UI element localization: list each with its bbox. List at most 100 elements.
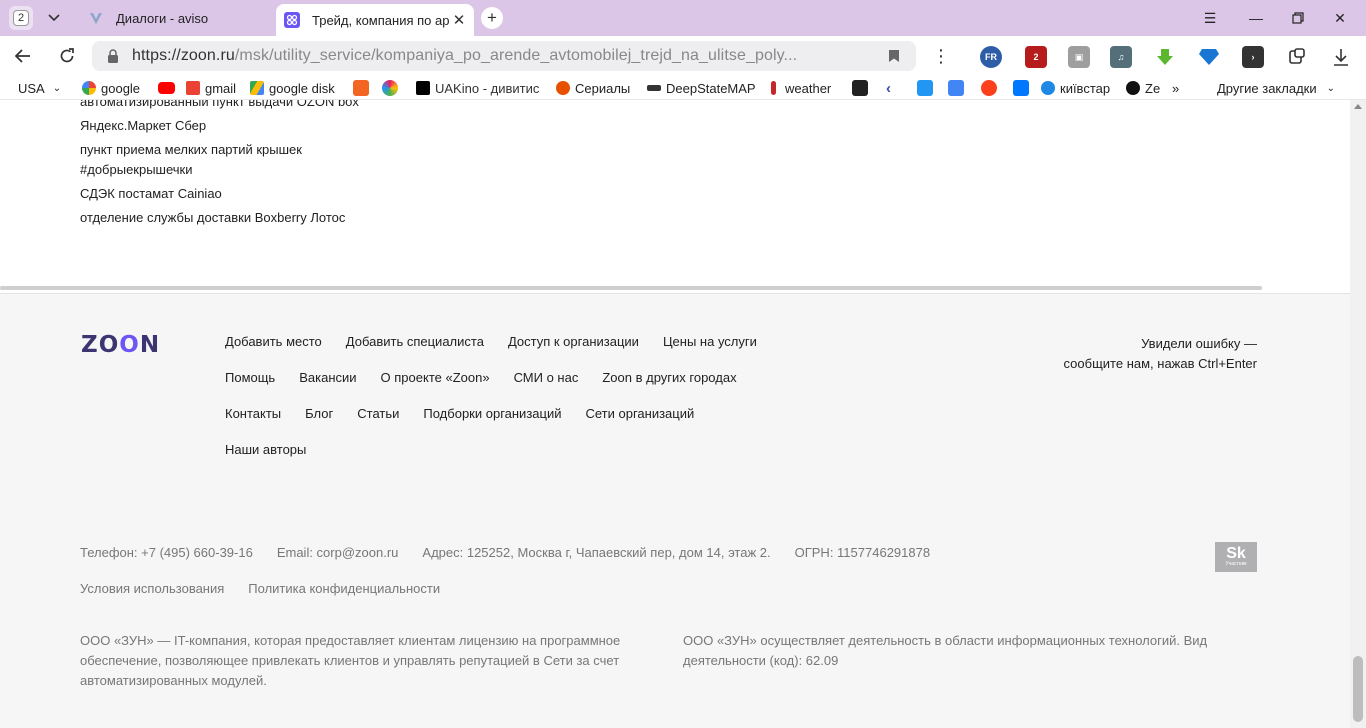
close-window-icon[interactable]: ✕: [1330, 8, 1350, 28]
tab-zoon[interactable]: Трейд, компания по ар ✕: [276, 4, 474, 36]
footer-link-prices[interactable]: Цены на услуги: [663, 334, 757, 349]
bookmarks-more-button[interactable]: »: [1172, 79, 1179, 97]
other-bookmarks[interactable]: Другие закладки ⌄: [1217, 79, 1335, 97]
browser-toolbar: https://zoon.ru/msk/utility_service/komp…: [0, 36, 1366, 76]
minimize-icon[interactable]: —: [1246, 8, 1266, 28]
bookmark-yandex[interactable]: [981, 79, 997, 97]
scrollbar-thumb[interactable]: [1353, 656, 1363, 722]
aviso-icon: [88, 10, 104, 26]
downloads-icon[interactable]: [1330, 46, 1352, 68]
lock-icon[interactable]: [104, 47, 122, 65]
vertical-scrollbar[interactable]: [1350, 100, 1366, 728]
bookmark-label: Сериалы: [575, 80, 631, 96]
download-green-extension-icon[interactable]: [1154, 46, 1176, 68]
privacy-link[interactable]: Политика конфиденциальности: [248, 581, 440, 596]
bookmark-star[interactable]: [382, 79, 398, 97]
arrow-left-icon: ‹: [886, 79, 891, 97]
bookmark-p[interactable]: [917, 79, 933, 97]
footer-link-contacts[interactable]: Контакты: [225, 406, 281, 421]
fr-extension-icon[interactable]: FR: [980, 46, 1002, 68]
footer-link-help[interactable]: Помощь: [225, 370, 275, 385]
url-text[interactable]: https://zoon.ru/msk/utility_service/komp…: [132, 47, 884, 65]
scroll-up-icon[interactable]: [1354, 104, 1362, 109]
footer-link-articles[interactable]: Статьи: [357, 406, 399, 421]
bookmark-translate[interactable]: [948, 79, 964, 97]
bookmark-label: gmail: [205, 80, 237, 96]
chevron-down-icon: ⌄: [1326, 82, 1335, 94]
footer-link-authors[interactable]: Наши авторы: [225, 442, 306, 457]
zoon-logo[interactable]: ZOON: [81, 332, 160, 358]
policy-links: Условия использования Политика конфиденц…: [80, 581, 440, 596]
bookmark-deepstate[interactable]: DeepStateMAP: [647, 79, 756, 97]
bookmark-label: UAKino - дивитис: [435, 80, 540, 96]
skolkovo-badge[interactable]: Sk Участник: [1215, 542, 1257, 572]
legal-text-left: ООО «ЗУН» — IT-компания, которая предост…: [80, 633, 621, 688]
bookmark-arrow[interactable]: ‹: [886, 79, 891, 97]
footer-link-other-cities[interactable]: Zoon в других городах: [602, 370, 736, 385]
menu-icon[interactable]: ☰: [1200, 8, 1220, 28]
bookmark-google-disk[interactable]: google disk: [250, 79, 335, 97]
feedback-line: сообщите нам, нажав Ctrl+Enter: [1063, 356, 1257, 371]
bookmark-label: київстар: [1060, 80, 1111, 96]
uakino-icon: [416, 81, 430, 95]
bookmark-label: Ze: [1145, 80, 1161, 96]
footer-link-press[interactable]: СМИ о нас: [514, 370, 579, 385]
footer-nav-row: Помощь Вакансии О проекте «Zoon» СМИ о н…: [225, 370, 737, 385]
footer-link-vacancies[interactable]: Вакансии: [299, 370, 356, 385]
close-tab-icon[interactable]: ✕: [450, 11, 468, 29]
phone-text[interactable]: Телефон: +7 (495) 660-39-16: [80, 545, 253, 560]
briefcase-extension-icon[interactable]: ▣: [1068, 46, 1090, 68]
list-item[interactable]: Яндекс.Маркет Сбер: [80, 118, 206, 133]
bookmark-label: weather: [785, 80, 832, 96]
bookmark-ze[interactable]: Ze: [1126, 79, 1160, 97]
reload-button[interactable]: [54, 44, 80, 68]
bookmark-gmail[interactable]: gmail: [186, 79, 236, 97]
tab-aviso[interactable]: Диалоги - aviso: [80, 4, 270, 32]
footer-link-org-access[interactable]: Доступ к организации: [508, 334, 639, 349]
bookmark-youtube[interactable]: [158, 79, 175, 97]
tab-counter-button[interactable]: 2: [9, 6, 33, 30]
bookmark-kyivstar[interactable]: київстар: [1041, 79, 1110, 97]
email-text[interactable]: Email: corp@zoon.ru: [277, 545, 399, 560]
yandex-icon: [981, 80, 997, 96]
bookmark-series[interactable]: Сериалы: [556, 79, 630, 97]
tabs-dropdown-button[interactable]: [40, 6, 68, 30]
footer-link-add-place[interactable]: Добавить место: [225, 334, 322, 349]
terms-link[interactable]: Условия использования: [80, 581, 224, 596]
list-item[interactable]: отделение службы доставки Boxberry Лотос: [80, 210, 345, 225]
address-bar[interactable]: https://zoon.ru/msk/utility_service/komp…: [92, 41, 916, 71]
tab-strip: 2 Диалоги - aviso Трейд, компания по ар …: [0, 0, 1366, 36]
footer-link-about[interactable]: О проекте «Zoon»: [381, 370, 490, 385]
new-tab-button[interactable]: +: [481, 7, 503, 29]
footer-link-collections[interactable]: Подборки организаций: [423, 406, 561, 421]
bookmark-usa[interactable]: USA ⌄: [18, 79, 61, 97]
bookmark-bc[interactable]: [852, 79, 868, 97]
list-item[interactable]: автоматизированный пункт выдачи OZON box: [80, 100, 359, 109]
restore-icon[interactable]: [1288, 8, 1308, 28]
footer-nav-row: Наши авторы: [225, 442, 306, 457]
footer-link-chains[interactable]: Сети организаций: [585, 406, 694, 421]
bookmark-weather[interactable]: weather: [771, 79, 831, 97]
bookmark-uakino[interactable]: UAKino - дивитис: [416, 79, 539, 97]
list-item[interactable]: СДЭК постамат Cainiao: [80, 186, 222, 201]
media-extension-icon[interactable]: ♫: [1110, 46, 1132, 68]
bookmark-vk[interactable]: [1013, 79, 1029, 97]
bookmark-icon[interactable]: [884, 46, 904, 66]
footer-link-blog[interactable]: Блог: [305, 406, 333, 421]
diamond-extension-icon[interactable]: [1198, 46, 1220, 68]
more-options-icon[interactable]: ⋮: [928, 44, 954, 68]
footer-link-add-specialist[interactable]: Добавить специалиста: [346, 334, 484, 349]
horizontal-scrollbar[interactable]: [0, 286, 1262, 290]
bookmark-google[interactable]: google: [82, 79, 140, 97]
list-item[interactable]: пункт приема мелких партий крышек: [80, 142, 302, 157]
extensions-puzzle-icon[interactable]: [1286, 46, 1308, 68]
back-button[interactable]: [10, 44, 36, 68]
series-icon: [556, 81, 570, 95]
bookmark-f[interactable]: [353, 79, 369, 97]
bookmark-label: Другие закладки: [1217, 80, 1317, 96]
p-icon: [917, 80, 933, 96]
sk-caption: Участник: [1225, 561, 1247, 567]
terminal-extension-icon[interactable]: ›: [1242, 46, 1264, 68]
list-item[interactable]: #добрыекрышечки: [80, 162, 193, 177]
ublock-extension-icon[interactable]: 2: [1025, 46, 1047, 68]
